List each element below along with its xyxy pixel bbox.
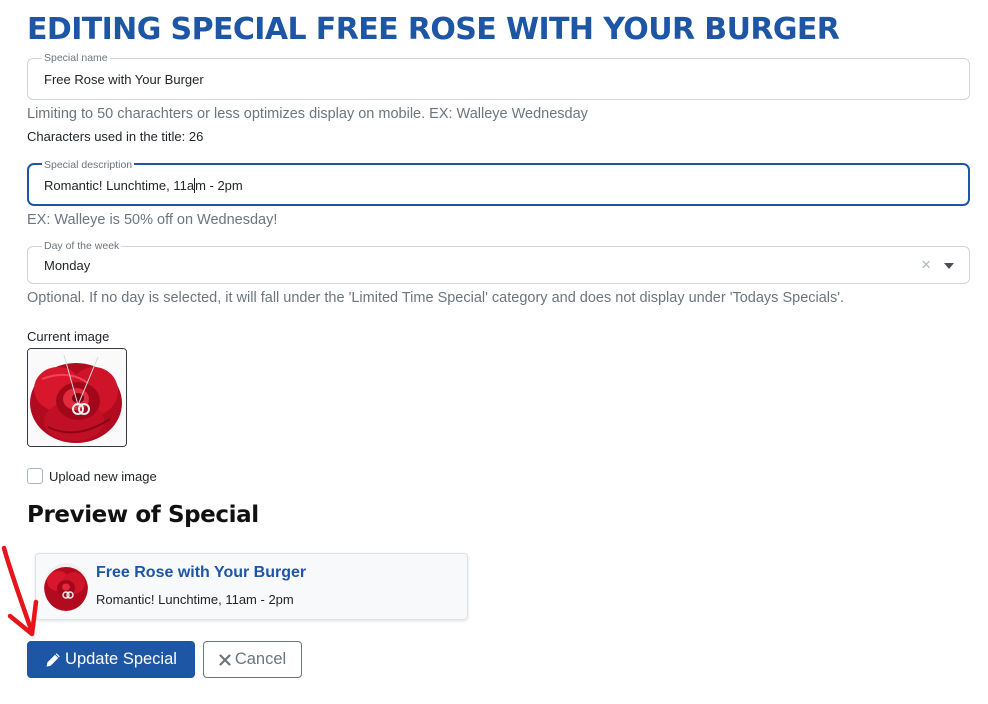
chevron-down-icon[interactable] <box>944 263 954 269</box>
cancel-button[interactable]: Cancel <box>203 641 302 678</box>
day-of-week-select[interactable]: Day of the week Monday × <box>27 240 970 284</box>
page-title: EDITING SPECIAL FREE ROSE WITH YOUR BURG… <box>27 12 840 47</box>
special-description-field[interactable]: Special description Romantic! Lunchtime,… <box>27 159 970 206</box>
preview-heading: Preview of Special <box>27 502 259 528</box>
red-arrow-annotation-icon <box>1 545 39 637</box>
description-text-before-caret: Romantic! Lunchtime, 11a <box>44 178 195 193</box>
special-name-help: Limiting to 50 charachters or less optim… <box>27 106 588 122</box>
cancel-label: Cancel <box>234 650 287 668</box>
rose-image <box>28 349 126 446</box>
special-name-field[interactable]: Special name Free Rose with Your Burger <box>27 52 970 100</box>
update-special-label: Update Special <box>65 650 177 668</box>
preview-description: Romantic! Lunchtime, 11am - 2pm <box>96 592 294 607</box>
current-image <box>27 348 127 447</box>
upload-new-image-checkbox[interactable] <box>27 468 43 484</box>
update-special-button[interactable]: Update Special <box>27 641 195 678</box>
pencil-icon <box>45 652 61 668</box>
special-description-value: Romantic! Lunchtime, 11am - 2pm <box>44 178 243 193</box>
day-of-week-value: Monday <box>44 258 91 273</box>
title-char-count: Characters used in the title: 26 <box>27 129 204 144</box>
day-of-week-help: Optional. If no day is selected, it will… <box>27 290 845 306</box>
current-image-label: Current image <box>27 329 110 344</box>
day-of-week-legend: Day of the week <box>42 240 122 252</box>
preview-avatar <box>44 563 88 611</box>
special-description-help: EX: Walleye is 50% off on Wednesday! <box>27 212 278 228</box>
special-description-legend: Special description <box>42 159 135 171</box>
upload-new-image-label[interactable]: Upload new image <box>49 469 157 484</box>
rose-thumbnail-image <box>44 563 88 611</box>
special-name-value: Free Rose with Your Burger <box>44 72 204 87</box>
special-name-legend: Special name <box>42 52 110 64</box>
close-icon <box>219 653 231 666</box>
preview-title: Free Rose with Your Burger <box>96 564 307 581</box>
clear-selection-icon[interactable]: × <box>921 255 931 275</box>
description-text-after-caret: m - 2pm <box>195 178 243 193</box>
preview-card: Free Rose with Your Burger Romantic! Lun… <box>35 553 468 620</box>
